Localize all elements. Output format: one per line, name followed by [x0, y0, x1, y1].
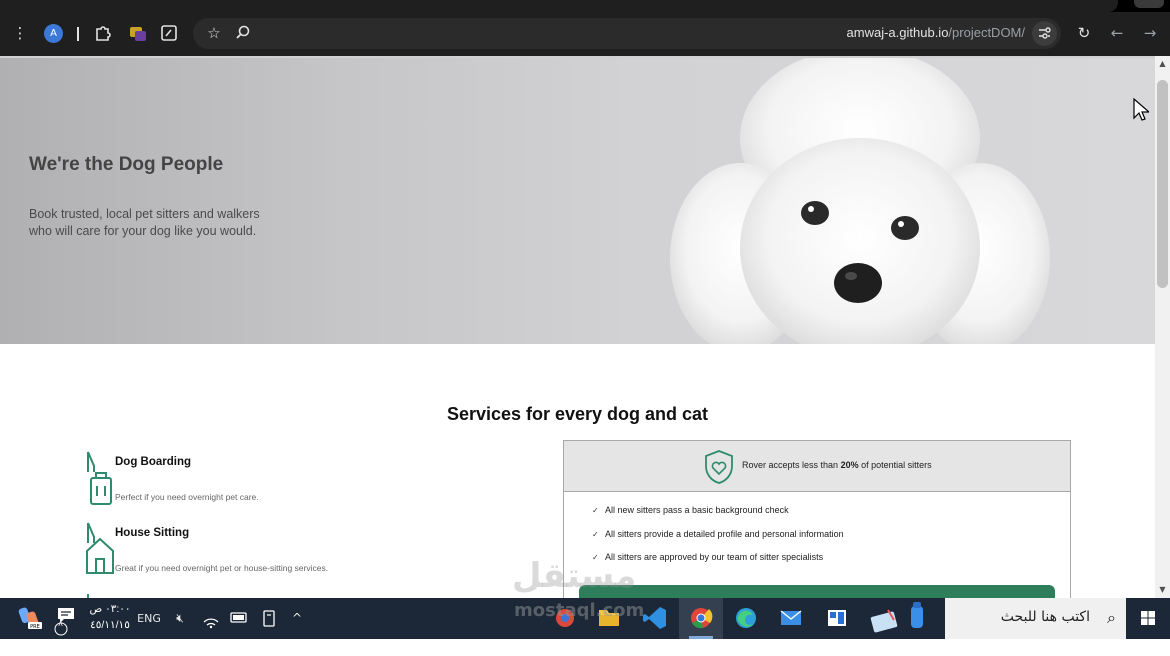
- windows-start-icon[interactable]: [1126, 598, 1170, 639]
- site-info-icon[interactable]: [1032, 21, 1057, 46]
- reload-icon[interactable]: ↻: [1073, 22, 1095, 44]
- trust-card: Rover accepts less than 20% of potential…: [563, 440, 1071, 598]
- store-icon[interactable]: [815, 598, 859, 639]
- mouse-cursor-icon: [1133, 98, 1149, 121]
- toolbar-divider: [77, 27, 79, 41]
- trust-highlight: 20%: [840, 460, 859, 470]
- service-title: House Sitting: [115, 527, 190, 539]
- desktop-widgets-icon[interactable]: [862, 598, 940, 639]
- hero-section: We're the Dog People Book trusted, local…: [0, 58, 1155, 344]
- language-indicator[interactable]: ENG: [137, 598, 161, 639]
- trust-suffix: of potential sitters: [858, 460, 932, 470]
- notification-count: ٨: [58, 619, 63, 629]
- house-icon: [86, 522, 114, 574]
- trust-prefix: Rover accepts less than: [742, 460, 841, 470]
- suitcase-icon: [87, 451, 112, 505]
- check-icon: ✓: [592, 506, 599, 515]
- service-description: Perfect if you need overnight pet care.: [115, 492, 259, 502]
- search-icon: ⌕: [1107, 608, 1116, 627]
- watermark-logo: مستقل: [512, 556, 637, 596]
- watermark-url: mostaql.com: [514, 600, 645, 621]
- copilot-icon[interactable]: PRE: [8, 598, 50, 639]
- mail-icon[interactable]: [769, 598, 813, 639]
- trust-statement: Rover accepts less than 20% of potential…: [742, 460, 932, 470]
- page-scrollbar[interactable]: ▲ ▼: [1155, 56, 1170, 598]
- scroll-up-icon[interactable]: ▲: [1155, 58, 1170, 70]
- menu-icon[interactable]: ⋮: [9, 22, 31, 44]
- url-text[interactable]: amwaj-a.github.io/projectDOM/: [847, 25, 1025, 40]
- volume-muted-icon[interactable]: 🔇︎: [169, 598, 191, 639]
- shield-heart-icon: [705, 450, 733, 484]
- wifi-icon[interactable]: [200, 598, 222, 639]
- forward-icon[interactable]: →: [1139, 22, 1161, 44]
- services-title: Services for every dog and cat: [446, 404, 709, 424]
- extensions-icon[interactable]: [92, 22, 114, 44]
- hero-text: Book trusted, local pet sitters and walk…: [29, 207, 260, 238]
- tab-strip: [0, 0, 1118, 12]
- url-host: amwaj-a.github.io: [846, 25, 949, 40]
- check-text: All new sitters pass a basic background …: [605, 505, 789, 515]
- svg-text:PRE: PRE: [30, 624, 40, 630]
- clock-time: ٠٣:٠٠ ص: [89, 603, 131, 615]
- check-icon: ✓: [592, 529, 599, 539]
- service-description: Great if you need overnight pet or house…: [115, 563, 329, 573]
- chrome-taskbar-icon[interactable]: [679, 598, 723, 639]
- page-viewport: We're the Dog People Book trusted, local…: [0, 56, 1155, 598]
- service-title: Dog Boarding: [115, 456, 192, 468]
- zoom-icon[interactable]: [232, 22, 254, 44]
- check-text: All sitters are approved by our team of …: [605, 552, 824, 562]
- taskbar-search[interactable]: اكتب هنا للبحث ⌕: [945, 598, 1126, 639]
- address-bar[interactable]: ☆ amwaj-a.github.io/projectDOM/: [193, 18, 1061, 49]
- back-icon[interactable]: ←: [1106, 22, 1128, 44]
- clock-date: ٤٥/١١/١٥: [90, 619, 130, 631]
- clock[interactable]: ٠٣:٠٠ ص ٤٥/١١/١٥: [88, 601, 132, 633]
- bookmark-star-icon[interactable]: ☆: [203, 22, 225, 44]
- trust-header: Rover accepts less than 20% of potential…: [564, 441, 1070, 492]
- chevron-up-icon[interactable]: ^: [286, 598, 308, 639]
- profile-avatar[interactable]: A: [44, 24, 63, 43]
- scroll-thumb[interactable]: [1157, 80, 1168, 288]
- browser-toolbar: ⋮ A ☆ amwaj-a.github.io/projectDOM/ ↻ ← …: [0, 12, 1170, 56]
- list-item: ✓ All sitters provide a detailed profile …: [592, 529, 844, 553]
- battery-icon[interactable]: [228, 598, 250, 639]
- extension-app-icon[interactable]: [127, 22, 149, 44]
- url-path: /projectDOM/: [948, 25, 1025, 40]
- scroll-down-icon[interactable]: ▼: [1155, 584, 1170, 596]
- title-bar: [0, 0, 1170, 12]
- hero-title: We're the Dog People: [29, 154, 224, 175]
- list-item: ✓ All new sitters pass a basic background…: [592, 505, 844, 529]
- tab-search-icon[interactable]: [158, 22, 180, 44]
- dog-photo: [670, 58, 1050, 344]
- find-sitter-button[interactable]: [579, 585, 1055, 598]
- device-icon[interactable]: [258, 598, 280, 639]
- check-text: All sitters provide a detailed profile a…: [605, 528, 844, 539]
- search-input[interactable]: اكتب هنا للبحث: [1001, 609, 1090, 625]
- edge-icon[interactable]: [724, 598, 768, 639]
- window-control[interactable]: [1134, 0, 1164, 8]
